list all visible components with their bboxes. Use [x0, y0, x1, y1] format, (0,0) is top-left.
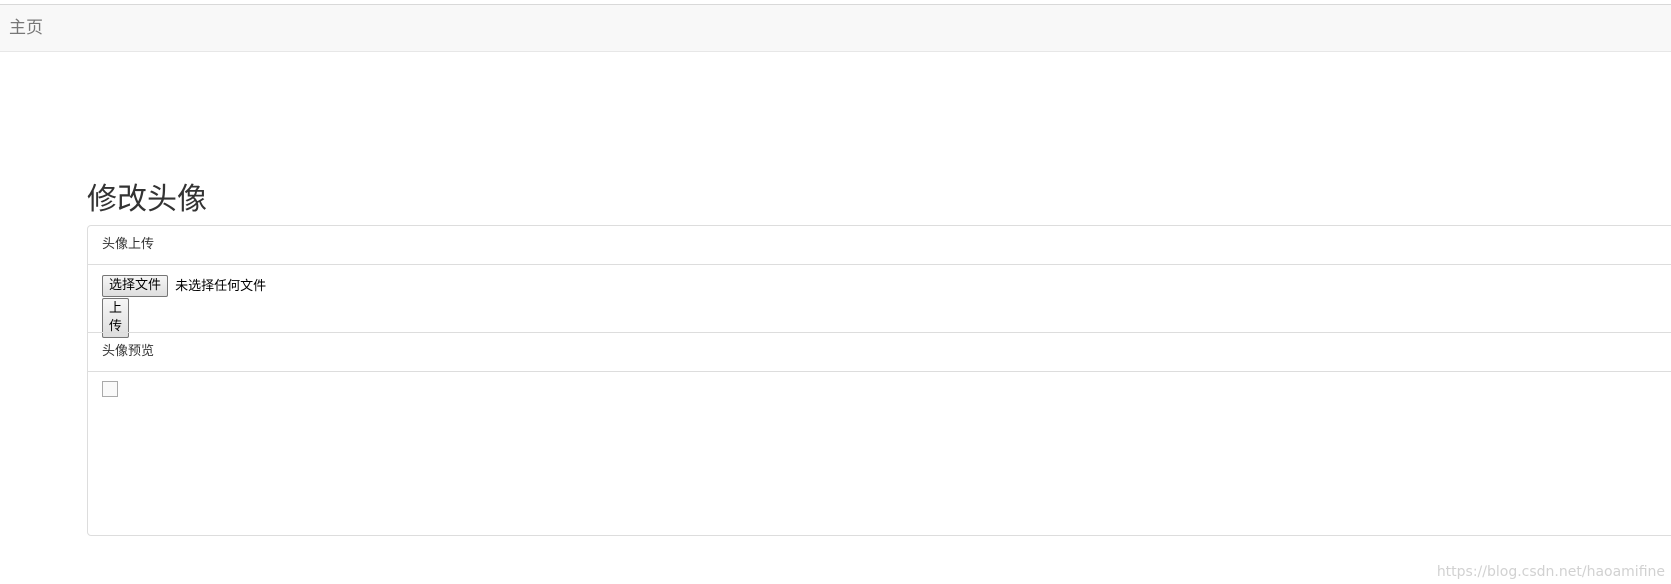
file-status-text: 未选择任何文件 — [175, 279, 267, 294]
page-title: 修改头像 — [87, 182, 207, 217]
avatar-preview-image — [102, 381, 118, 397]
preview-panel-heading: 头像预览 — [88, 332, 1671, 372]
file-input[interactable]: 选择文件 未选择任何文件 — [102, 274, 266, 297]
choose-file-button[interactable]: 选择文件 — [102, 275, 169, 297]
top-navbar: 主页 — [0, 4, 1671, 52]
home-link[interactable]: 主页 — [9, 18, 43, 38]
avatar-panel: 头像上传 选择文件 未选择任何文件 上传 头像预览 — [87, 225, 1671, 536]
watermark: https://blog.csdn.net/haoamifine — [1436, 564, 1665, 580]
upload-panel-heading: 头像上传 — [88, 226, 1671, 265]
